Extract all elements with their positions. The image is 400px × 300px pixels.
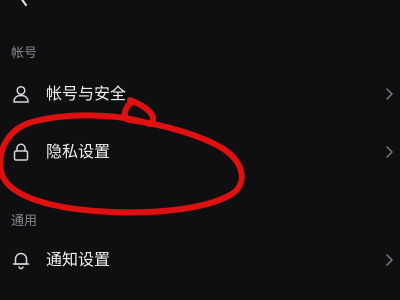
settings-row-notifications[interactable]: 通知设置 — [0, 242, 400, 278]
settings-row-label: 帐号与安全 — [46, 84, 127, 103]
settings-row-label: 通知设置 — [46, 250, 111, 269]
nav-header — [0, 0, 400, 10]
chevron-right-icon — [386, 146, 393, 158]
settings-row-privacy[interactable]: 隐私设置 — [0, 134, 400, 170]
settings-row-label: 隐私设置 — [46, 142, 111, 161]
lock-icon — [13, 143, 29, 161]
user-icon — [13, 85, 29, 103]
settings-row-account-security[interactable]: 帐号与安全 — [0, 76, 400, 112]
bell-icon — [12, 252, 30, 270]
section-header-general: 通用 — [11, 214, 38, 229]
chevron-right-icon — [386, 88, 393, 100]
chevron-right-icon — [386, 254, 393, 266]
chevron-left-icon[interactable] — [14, 0, 36, 8]
section-header-account: 帐号 — [11, 46, 38, 61]
